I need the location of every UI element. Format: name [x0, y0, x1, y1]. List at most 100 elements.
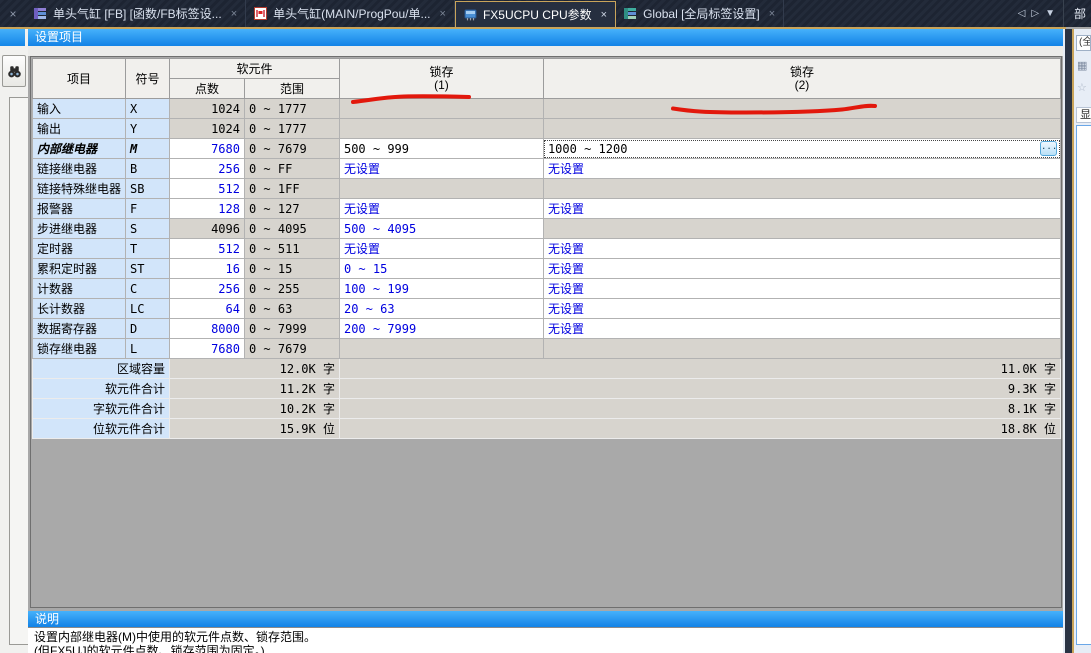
latch1-cell[interactable]: 无设置 — [339, 239, 543, 259]
points-cell: 4096 — [170, 219, 245, 239]
device-symbol: Y — [126, 119, 170, 139]
summary-latch-value: 8.1K 字 — [339, 399, 1060, 419]
tab-title: FX5UCPU CPU参数 — [483, 6, 592, 23]
device-label: 链接特殊继电器 — [33, 179, 126, 199]
summary-device-value: 15.9K 位 — [170, 419, 340, 439]
device-symbol: ST — [126, 259, 170, 279]
latch2-cell[interactable]: 无设置 — [543, 319, 1060, 339]
range-cell: 0 ~ 63 — [244, 299, 339, 319]
device-row: 链接特殊继电器SB5120 ~ 1FF — [33, 179, 1061, 199]
points-cell[interactable]: 128 — [170, 199, 245, 219]
latch2-cell — [543, 219, 1060, 239]
document-tab-2[interactable]: 单头气缸(MAIN/ProgPou/单...× — [246, 0, 455, 27]
summary-device-value: 11.2K 字 — [170, 379, 340, 399]
tab-close-icon[interactable]: × — [440, 8, 446, 20]
previous-tab-close-icon[interactable]: × — [0, 0, 26, 27]
latch1-cell[interactable]: 500 ~ 999 — [339, 139, 543, 159]
summary-label: 字软元件合计 — [33, 399, 170, 419]
latch2-cell — [543, 119, 1060, 139]
range-cell: 0 ~ 255 — [244, 279, 339, 299]
points-cell[interactable]: 8000 — [170, 319, 245, 339]
points-cell[interactable]: 512 — [170, 179, 245, 199]
panel-spacer — [28, 46, 1063, 56]
description-panel-title: 说明 — [28, 611, 1063, 627]
filter-icon[interactable]: ▦ — [1077, 59, 1087, 72]
points-cell[interactable]: 7680 — [170, 139, 245, 159]
points-cell[interactable]: 64 — [170, 299, 245, 319]
device-symbol: M — [126, 139, 170, 159]
latch2-cell — [543, 339, 1060, 359]
document-tab-1[interactable]: 单头气缸 [FB] [函数/FB标签设...× — [26, 0, 246, 27]
points-cell[interactable]: 256 — [170, 159, 245, 179]
points-cell[interactable]: 16 — [170, 259, 245, 279]
tab-close-icon[interactable]: × — [601, 9, 607, 21]
latch2-cell[interactable]: 1000 ~ 1200... — [543, 139, 1060, 159]
element-list-box — [1076, 125, 1091, 645]
display-target-tab[interactable]: 显 — [1076, 107, 1091, 123]
device-label: 输出 — [33, 119, 126, 139]
tab-title: Global [全局标签设置] — [643, 5, 760, 22]
col-header-range: 范围 — [244, 79, 339, 99]
global-label-icon — [623, 6, 638, 21]
latch1-cell[interactable]: 无设置 — [339, 159, 543, 179]
latch2-cell[interactable]: 无设置 — [543, 279, 1060, 299]
latch2-cell[interactable]: 无设置 — [543, 299, 1060, 319]
points-cell[interactable]: 512 — [170, 239, 245, 259]
device-label: 锁存继电器 — [33, 339, 126, 359]
device-symbol: F — [126, 199, 170, 219]
favorites-star-icon[interactable]: ☆ — [1077, 81, 1087, 94]
device-row: 长计数器LC640 ~ 6320 ~ 63无设置 — [33, 299, 1061, 319]
summary-row: 软元件合计11.2K 字9.3K 字 — [33, 379, 1061, 399]
panel-splitter[interactable] — [1065, 29, 1072, 653]
right-panel-content: (全 ▦ ☆ 显 — [1074, 29, 1091, 653]
summary-row: 区域容量12.0K 字11.0K 字 — [33, 359, 1061, 379]
summary-latch-value: 18.8K 位 — [339, 419, 1060, 439]
device-label: 数据寄存器 — [33, 319, 126, 339]
left-panel-titlebar-fragment — [0, 29, 25, 46]
latch1-cell[interactable]: 20 ~ 63 — [339, 299, 543, 319]
device-row: 输入X10240 ~ 1777 — [33, 99, 1061, 119]
device-row: 内部继电器M76800 ~ 7679500 ~ 9991000 ~ 1200..… — [33, 139, 1061, 159]
latch1-cell[interactable]: 100 ~ 199 — [339, 279, 543, 299]
latch2-cell[interactable]: 无设置 — [543, 159, 1060, 179]
range-cell: 0 ~ 7679 — [244, 139, 339, 159]
device-symbol: D — [126, 319, 170, 339]
device-row: 计数器C2560 ~ 255100 ~ 199无设置 — [33, 279, 1061, 299]
latch2-cell[interactable]: 无设置 — [543, 199, 1060, 219]
latch2-cell[interactable]: 无设置 — [543, 239, 1060, 259]
summary-label: 位软元件合计 — [33, 419, 170, 439]
latch1-cell[interactable]: 0 ~ 15 — [339, 259, 543, 279]
program-icon — [253, 6, 268, 21]
right-panel-header: 部 — [1063, 0, 1091, 27]
col-header-device: 软元件 — [170, 59, 340, 79]
points-cell[interactable]: 7680 — [170, 339, 245, 359]
points-cell[interactable]: 256 — [170, 279, 245, 299]
tab-list-menu-icon[interactable]: ▼ — [1045, 8, 1055, 19]
device-row: 累积定时器ST160 ~ 150 ~ 15无设置 — [33, 259, 1061, 279]
latch1-cell[interactable]: 200 ~ 7999 — [339, 319, 543, 339]
tab-close-icon[interactable]: × — [769, 8, 775, 20]
latch2-cell[interactable]: 无设置 — [543, 259, 1060, 279]
tab-close-icon[interactable]: × — [231, 8, 237, 20]
latch1-cell[interactable]: 无设置 — [339, 199, 543, 219]
latch1-sub: (1) — [344, 79, 539, 92]
latch2-cell — [543, 99, 1060, 119]
summary-row: 位软元件合计15.9K 位18.8K 位 — [33, 419, 1061, 439]
summary-row: 字软元件合计10.2K 字8.1K 字 — [33, 399, 1061, 419]
range-cell: 0 ~ 7679 — [244, 339, 339, 359]
scroll-tabs-left-icon[interactable]: ◁ — [1018, 8, 1026, 19]
range-cell: 0 ~ 15 — [244, 259, 339, 279]
device-row: 报警器F1280 ~ 127无设置无设置 — [33, 199, 1061, 219]
find-button[interactable] — [2, 55, 26, 87]
range-cell: 0 ~ 1FF — [244, 179, 339, 199]
points-cell: 1024 — [170, 119, 245, 139]
filter-combobox[interactable]: (全 — [1076, 35, 1091, 51]
scroll-tabs-right-icon[interactable]: ▷ — [1031, 8, 1039, 19]
summary-device-value: 12.0K 字 — [170, 359, 340, 379]
document-tab-4[interactable]: Global [全局标签设置] × — [616, 0, 784, 27]
col-header-symbol: 符号 — [126, 59, 170, 99]
document-tab-3[interactable]: FX5UCPU CPU参数 × — [455, 1, 616, 27]
browse-ellipsis-button[interactable]: ... — [1040, 141, 1057, 156]
device-settings-grid: 项目 符号 软元件 锁存 (1) 锁存 (2) 点数 范围 输入X10240 ~… — [30, 56, 1062, 608]
latch1-cell[interactable]: 500 ~ 4095 — [339, 219, 543, 239]
